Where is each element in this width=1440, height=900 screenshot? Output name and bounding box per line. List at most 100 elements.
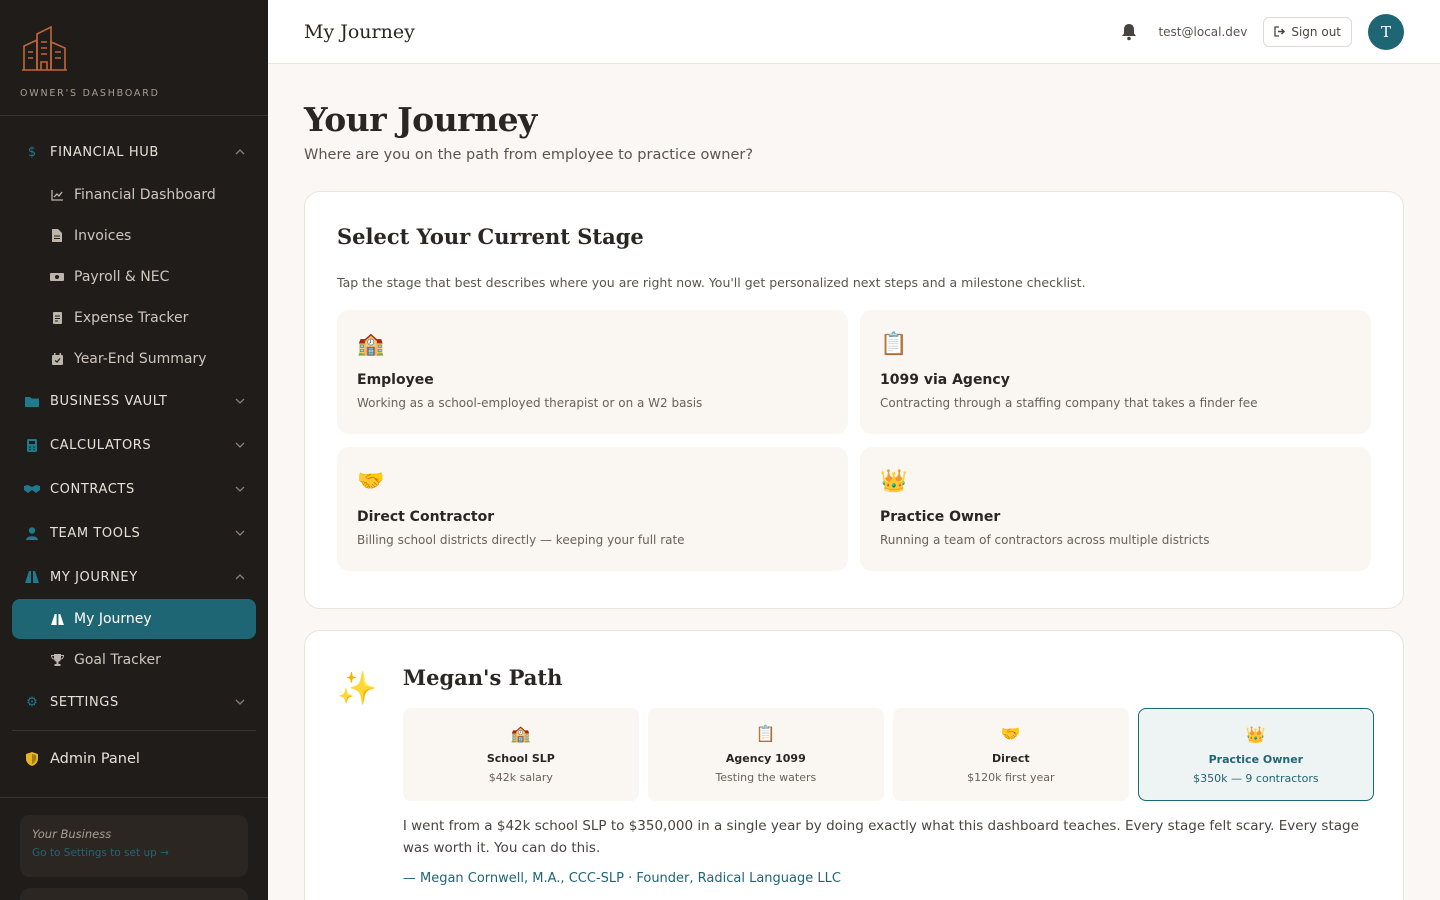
stage-option-employee[interactable]: 🏫 Employee Working as a school-employed … [337, 310, 848, 434]
sidebar-item-label: Invoices [74, 227, 132, 244]
stage-grid: 🏫 Employee Working as a school-employed … [337, 310, 1371, 571]
stage-option-1099-agency[interactable]: 📋 1099 via Agency Contracting through a … [860, 310, 1371, 434]
shield-icon [24, 751, 40, 767]
section-my-journey[interactable]: MY JOURNEY [0, 555, 268, 599]
clipboard-icon: 📋 [755, 724, 776, 743]
sparkles-icon: ✨ [337, 669, 377, 707]
path-title: Megan's Path [402, 665, 563, 690]
chart-line-icon [50, 188, 64, 202]
sidebar-item-label: My Journey [74, 611, 152, 627]
section-label: BUSINESS VAULT [50, 393, 168, 409]
section-financial-hub[interactable]: $ FINANCIAL HUB [0, 130, 268, 174]
page-subtitle: Where are you on the path from employee … [304, 147, 754, 163]
testimonial-quote: I went from a $42k school SLP to $350,00… [402, 818, 1359, 856]
brand: OWNER'S DASHBOARD [0, 0, 268, 116]
sidebar-item-payroll-nec[interactable]: Payroll & NEC [0, 256, 268, 297]
section-label: TEAM TOOLS [50, 525, 141, 541]
bell-icon[interactable] [1120, 23, 1138, 41]
stage-option-practice-owner[interactable]: 👑 Practice Owner Running a team of contr… [860, 447, 1371, 571]
stage-option-direct-contractor[interactable]: 🤝 Direct Contractor Billing school distr… [337, 447, 848, 571]
path-step-sub: Testing the waters [715, 771, 817, 784]
sidebar-divider [12, 730, 256, 731]
money-icon [50, 270, 64, 284]
sign-out-button[interactable]: Sign out [1263, 16, 1352, 47]
top-header: My Journey test@local.dev Sign out T [268, 0, 1440, 64]
sidebar-item-goal-tracker[interactable]: Goal Tracker [0, 639, 268, 680]
admin-panel-link[interactable]: Admin Panel [0, 737, 268, 781]
sidebar-item-label: Year-End Summary [74, 350, 207, 367]
main-content: Your Journey Where are you on the path f… [268, 64, 1440, 900]
sign-out-icon [1274, 26, 1286, 37]
stage-name: Direct Contractor [357, 509, 495, 525]
path-steps: 🏫 School SLP $42k salary 📋 Agency 1099 T… [402, 708, 1374, 801]
sidebar: OWNER'S DASHBOARD $ FINANCIAL HUB Financ… [0, 0, 268, 900]
school-icon: 🏫 [357, 332, 385, 357]
path-step-name: School SLP [486, 752, 555, 765]
business-card[interactable]: Your Business Go to Settings to set up → [20, 815, 248, 877]
sidebar-item-label: Financial Dashboard [74, 186, 216, 203]
road-icon [50, 612, 64, 626]
path-body: Megan's Path 🏫 School SLP $42k salary 📋 … [402, 665, 1374, 895]
section-label: SETTINGS [50, 694, 119, 710]
trophy-icon [50, 653, 64, 667]
testimonial-attribution: — Megan Cornwell, M.A., CCC-SLP · Founde… [402, 871, 841, 886]
crown-icon: 👑 [880, 469, 908, 494]
file-icon [50, 229, 64, 243]
stage-name: Employee [357, 372, 434, 388]
sidebar-item-my-journey[interactable]: My Journey [12, 599, 256, 639]
handshake-icon: 🤝 [357, 469, 385, 494]
school-icon: 🏫 [510, 724, 531, 743]
section-contracts[interactable]: CONTRACTS [0, 467, 268, 511]
avatar[interactable]: T [1368, 13, 1404, 50]
section-business-vault[interactable]: BUSINESS VAULT [0, 379, 268, 423]
path-step-direct: 🤝 Direct $120k first year [892, 708, 1129, 801]
secondary-card [20, 888, 248, 900]
user-email: test@local.dev [1158, 24, 1248, 39]
business-title: Your Business [32, 827, 112, 841]
stage-card-title: Select Your Current Stage [337, 224, 644, 249]
path-step-sub: $120k first year [967, 771, 1055, 784]
receipt-icon [50, 311, 64, 325]
chevron-up-icon [234, 146, 246, 158]
section-label: MY JOURNEY [50, 569, 138, 585]
stage-description: Working as a school-employed therapist o… [357, 396, 703, 410]
sidebar-item-financial-dashboard[interactable]: Financial Dashboard [0, 174, 268, 215]
section-team-tools[interactable]: TEAM TOOLS [0, 511, 268, 555]
sidebar-item-year-end-summary[interactable]: Year-End Summary [0, 338, 268, 379]
calendar-icon [50, 352, 64, 366]
stage-name: 1099 via Agency [880, 372, 1010, 388]
path-step-sub: $42k salary [488, 771, 553, 784]
stage-description: Contracting through a staffing company t… [880, 396, 1258, 410]
clipboard-icon: 📋 [880, 332, 908, 357]
section-label: CONTRACTS [50, 481, 135, 497]
crown-icon: 👑 [1245, 725, 1266, 744]
sidebar-item-expense-tracker[interactable]: Expense Tracker [0, 297, 268, 338]
section-calculators[interactable]: CALCULATORS [0, 423, 268, 467]
section-settings[interactable]: ⚙ SETTINGS [0, 680, 268, 724]
path-step-name: Agency 1099 [725, 752, 806, 765]
brand-label: OWNER'S DASHBOARD [20, 88, 160, 99]
chevron-down-icon [234, 483, 246, 495]
gear-icon: ⚙ [26, 694, 38, 710]
path-step-school-slp: 🏫 School SLP $42k salary [402, 708, 639, 801]
handshake-icon [24, 481, 40, 497]
user-icon [24, 525, 40, 541]
business-section: Your Business Go to Settings to set up → [0, 797, 268, 900]
road-icon [24, 569, 40, 585]
sidebar-item-label: Payroll & NEC [74, 268, 170, 285]
path-step-practice-owner: 👑 Practice Owner $350k — 9 contractors [1137, 708, 1374, 801]
handshake-icon: 🤝 [1000, 724, 1021, 743]
business-setup-link[interactable]: Go to Settings to set up → [32, 847, 236, 859]
chevron-down-icon [234, 696, 246, 708]
calculator-icon [24, 437, 40, 453]
sidebar-item-invoices[interactable]: Invoices [0, 215, 268, 256]
stage-description: Running a team of contractors across mul… [880, 533, 1210, 547]
megans-path-card: ✨ Megan's Path 🏫 School SLP $42k salary … [304, 630, 1404, 900]
page-title: Your Journey [304, 100, 537, 139]
dollar-icon: $ [27, 144, 37, 160]
header-title: My Journey [304, 20, 415, 43]
building-logo-icon[interactable] [21, 24, 69, 72]
admin-panel-label: Admin Panel [50, 751, 140, 767]
chevron-down-icon [234, 439, 246, 451]
folder-icon [24, 393, 40, 409]
